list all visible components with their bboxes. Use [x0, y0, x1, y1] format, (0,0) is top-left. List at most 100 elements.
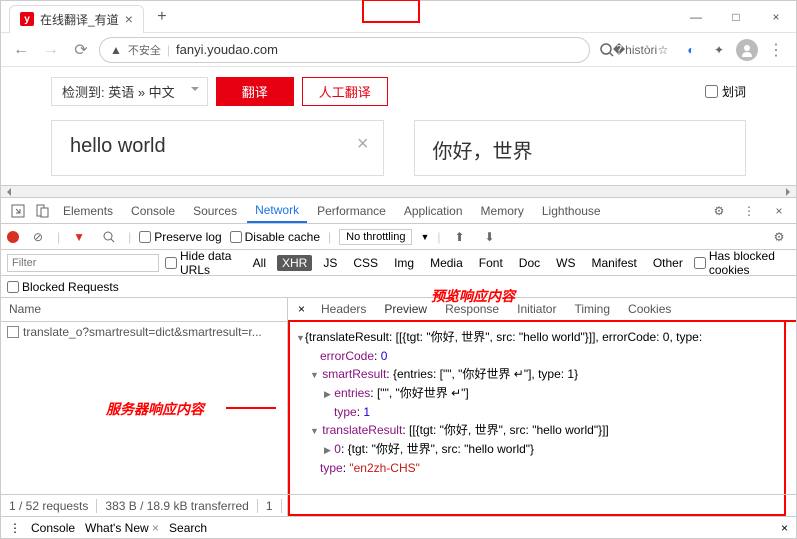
blocked-requests-bar: Blocked Requests: [1, 276, 796, 298]
human-translate-button[interactable]: 人工翻译: [302, 77, 388, 106]
tab-initiator[interactable]: Initiator: [509, 299, 564, 319]
favicon-icon: y: [20, 12, 34, 26]
json-preview[interactable]: ▼{translateResult: [[{tgt: "你好, 世界", src…: [288, 322, 786, 516]
close-devtools-icon[interactable]: ×: [768, 200, 790, 222]
filter-doc[interactable]: Doc: [514, 255, 545, 271]
browser-tab[interactable]: y 在线翻译_有道 ×: [9, 5, 144, 33]
filter-media[interactable]: Media: [425, 255, 468, 271]
source-textbox[interactable]: hello world ×: [51, 120, 384, 176]
address-bar[interactable]: ▲ 不安全 | fanyi.youdao.com: [99, 37, 590, 63]
tab-network[interactable]: Network: [247, 199, 307, 223]
extension-icon[interactable]: ◐: [680, 39, 702, 61]
network-status-bar: 1 / 52 requests 383 B / 18.9 kB transfer…: [1, 494, 796, 516]
tab-title: 在线翻译_有道: [40, 11, 119, 28]
file-icon: [7, 326, 19, 338]
network-filter-bar: Hide data URLs All XHR JS CSS Img Media …: [1, 250, 796, 276]
clear-icon[interactable]: ⊘: [27, 226, 49, 248]
scribe-checkbox[interactable]: 划词: [705, 83, 746, 100]
tab-lighthouse[interactable]: Lighthouse: [534, 200, 609, 222]
minimize-icon[interactable]: —: [676, 1, 716, 33]
tab-memory[interactable]: Memory: [473, 200, 532, 222]
filter-css[interactable]: CSS: [348, 255, 383, 271]
filter-icon[interactable]: ▼: [68, 226, 90, 248]
filter-manifest[interactable]: Manifest: [586, 255, 641, 271]
window-titlebar: y 在线翻译_有道 × + — □ ×: [1, 1, 796, 33]
hide-urls-checkbox[interactable]: Hide data URLs: [165, 249, 242, 277]
close-window-icon[interactable]: ×: [756, 1, 796, 33]
request-count: 1 / 52 requests: [9, 499, 97, 513]
star-icon[interactable]: ☆: [652, 39, 674, 61]
preserve-log-checkbox[interactable]: Preserve log: [139, 230, 221, 244]
clear-icon[interactable]: ×: [357, 133, 369, 156]
network-toolbar: ⊘ | ▼ | Preserve log Disable cache | No …: [1, 224, 796, 250]
tab-console[interactable]: Console: [123, 200, 183, 222]
close-tab-icon[interactable]: ×: [125, 11, 133, 27]
request-row[interactable]: translate_o?smartresult=dict&smartresult…: [1, 322, 287, 342]
browser-navbar: ← → ⟳ ▲ 不安全 | fanyi.youdao.com �històri …: [1, 33, 796, 67]
detail-tabs: × Headers Preview Response Initiator Tim…: [288, 298, 796, 322]
tab-application[interactable]: Application: [396, 200, 471, 222]
throttling-select[interactable]: No throttling: [339, 229, 412, 245]
security-label: 不安全: [128, 42, 161, 58]
upload-icon[interactable]: ⬆: [448, 226, 470, 248]
filter-other[interactable]: Other: [648, 255, 688, 271]
maximize-icon[interactable]: □: [716, 1, 756, 33]
url-text: fanyi.youdao.com: [176, 42, 278, 57]
target-text: 你好，世界: [433, 141, 533, 163]
language-selector[interactable]: 检测到: 英语 » 中文: [51, 77, 208, 106]
annotation-server: 服务器响应内容: [106, 399, 204, 419]
puzzle-icon[interactable]: ✦: [708, 39, 730, 61]
page-content: 检测到: 英语 » 中文 翻译 人工翻译 划词 hello world × 你好…: [1, 67, 796, 187]
filter-img[interactable]: Img: [389, 255, 419, 271]
tab-performance[interactable]: Performance: [309, 200, 394, 222]
close-detail-icon[interactable]: ×: [292, 302, 311, 316]
tab-timing[interactable]: Timing: [566, 299, 618, 319]
devtools-panel: Elements Console Sources Network Perform…: [1, 197, 796, 538]
kebab-icon[interactable]: ⋮: [738, 200, 760, 222]
filter-font[interactable]: Font: [474, 255, 508, 271]
tab-cookies[interactable]: Cookies: [620, 299, 679, 319]
forward-button[interactable]: →: [39, 38, 63, 62]
tab-sources[interactable]: Sources: [185, 200, 245, 222]
target-textbox: 你好，世界: [414, 120, 747, 176]
filter-xhr[interactable]: XHR: [277, 255, 312, 271]
blocked-cookies-checkbox[interactable]: Has blocked cookies: [694, 249, 790, 277]
profile-avatar[interactable]: [736, 39, 758, 61]
name-column-header[interactable]: Name: [1, 298, 287, 322]
share-icon[interactable]: �històri: [624, 39, 646, 61]
drawer-toggle-icon[interactable]: ⋮: [9, 521, 21, 535]
back-button[interactable]: ←: [9, 38, 33, 62]
new-tab-button[interactable]: +: [150, 5, 174, 29]
menu-icon[interactable]: ⋮: [764, 38, 788, 62]
warning-icon: ▲: [110, 43, 122, 57]
filter-all[interactable]: All: [248, 255, 271, 271]
resource-count: 1: [266, 499, 282, 513]
drawer-search[interactable]: Search: [169, 521, 207, 535]
reload-button[interactable]: ⟳: [69, 38, 93, 62]
blocked-requests-checkbox[interactable]: Blocked Requests: [7, 280, 119, 294]
disable-cache-checkbox[interactable]: Disable cache: [230, 230, 320, 244]
filter-js[interactable]: JS: [318, 255, 342, 271]
filter-ws[interactable]: WS: [551, 255, 580, 271]
close-drawer-icon[interactable]: ×: [781, 521, 788, 535]
arrow-icon: [226, 407, 276, 409]
record-button[interactable]: [7, 231, 19, 243]
devtools-tabs: Elements Console Sources Network Perform…: [1, 198, 796, 224]
tab-elements[interactable]: Elements: [55, 200, 121, 222]
horizontal-scrollbar[interactable]: [1, 185, 796, 197]
download-icon[interactable]: ⬇: [478, 226, 500, 248]
gear-icon[interactable]: ⚙: [708, 200, 730, 222]
translate-button[interactable]: 翻译: [216, 77, 294, 106]
tab-headers[interactable]: Headers: [313, 299, 374, 319]
chevron-down-icon[interactable]: ▼: [420, 232, 429, 242]
search-network-icon[interactable]: [98, 226, 120, 248]
annotation-preview: 预览响应内容: [431, 286, 515, 306]
inspect-icon[interactable]: [7, 200, 29, 222]
drawer-console[interactable]: Console: [31, 521, 75, 535]
devtools-drawer: ⋮ Console What's New × Search ×: [1, 516, 796, 538]
device-icon[interactable]: [31, 200, 53, 222]
tab-preview[interactable]: Preview: [376, 299, 435, 319]
network-gear-icon[interactable]: ⚙: [768, 226, 790, 248]
filter-input[interactable]: [7, 254, 159, 272]
drawer-whatsnew[interactable]: What's New ×: [85, 521, 159, 535]
